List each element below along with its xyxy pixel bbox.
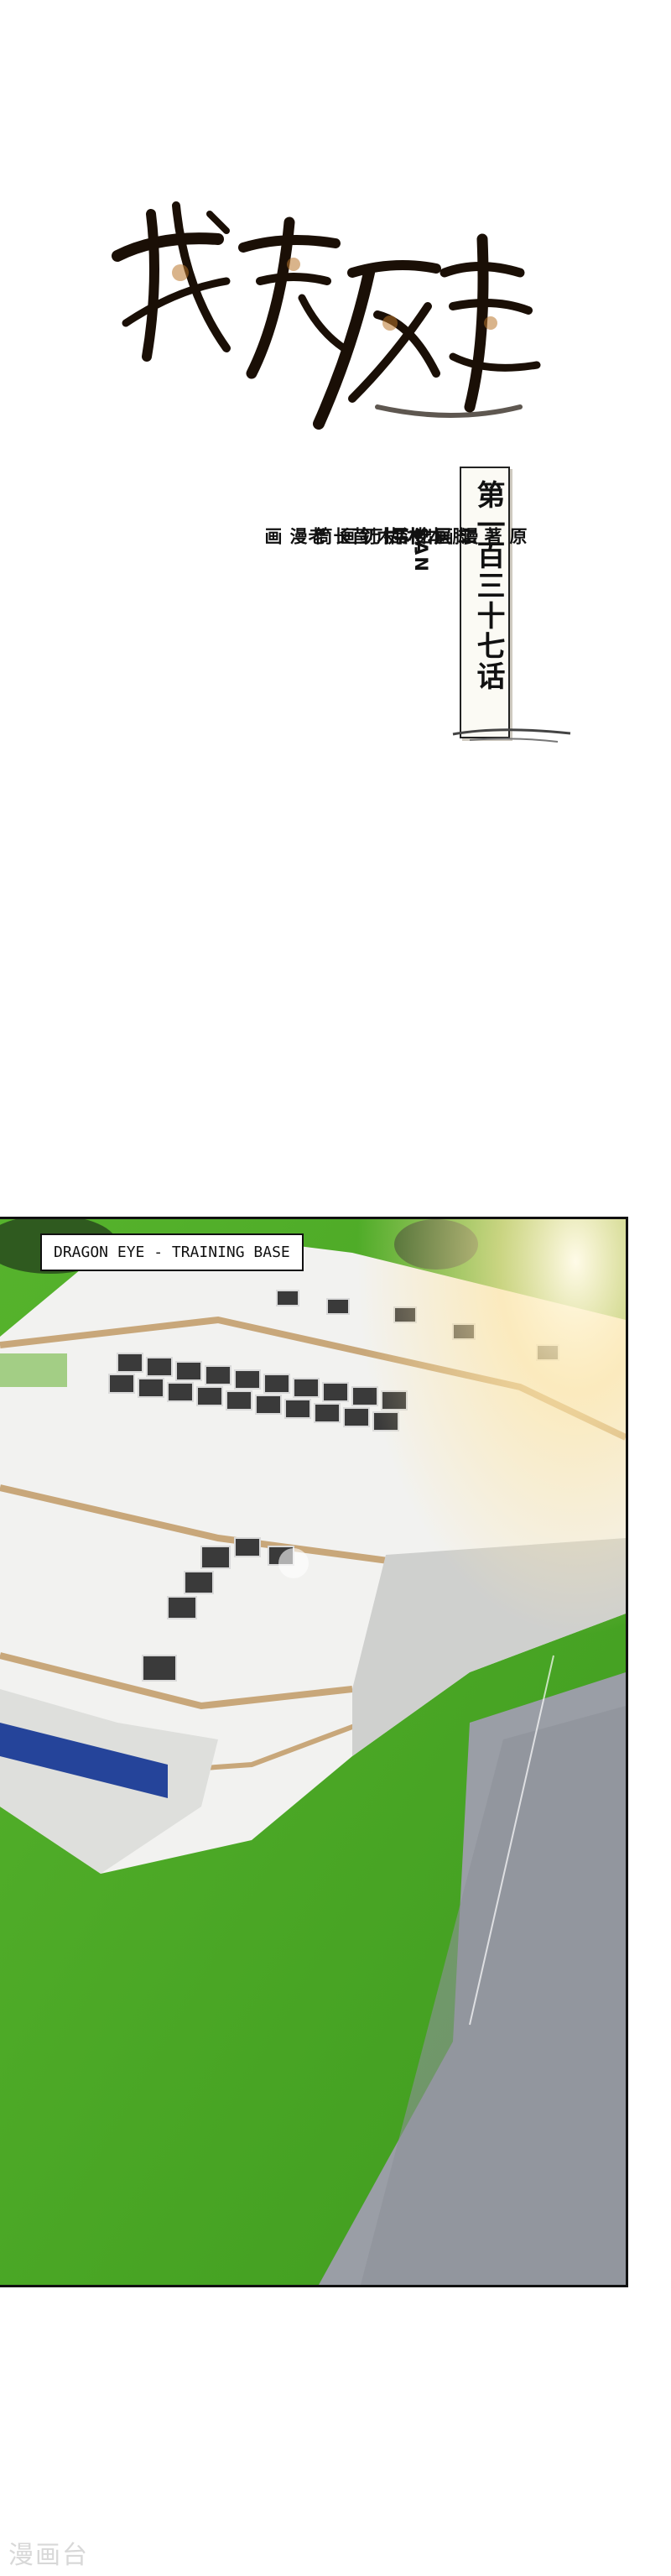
chapter-label: 第一百三十七话 bbox=[460, 467, 510, 738]
brush-stroke-decoration bbox=[452, 728, 571, 743]
credit-role: 出品 bbox=[388, 527, 434, 546]
location-caption: DRAGON EYE - TRAINING BASE bbox=[40, 1233, 304, 1271]
comic-panel-training-base bbox=[0, 1217, 628, 2287]
title-logo bbox=[101, 155, 545, 474]
credit-publisher: 出品 万画筒漫画 bbox=[260, 527, 436, 565]
credit-name: 万画筒漫画 bbox=[263, 527, 383, 546]
chapter-text: 第一百三十七话 bbox=[471, 480, 505, 691]
watermark-text: 漫画台 bbox=[8, 2541, 89, 2570]
credit-role: 原著 bbox=[482, 527, 528, 546]
